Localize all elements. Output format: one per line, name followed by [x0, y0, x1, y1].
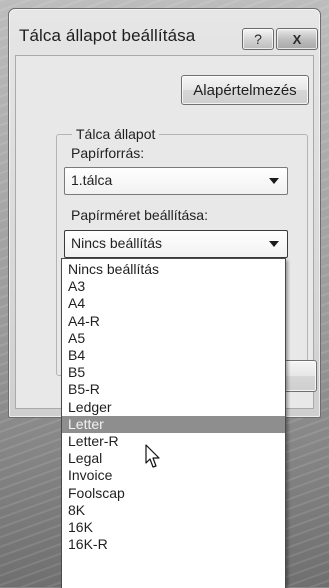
- list-item-label: Legal: [68, 450, 103, 467]
- paper-source-label: Papírforrás:: [71, 145, 145, 161]
- group-legend: Tálca állapot: [72, 126, 160, 142]
- list-item[interactable]: B4: [62, 347, 285, 364]
- list-item-label: 8K: [68, 501, 86, 518]
- list-item[interactable]: A4: [62, 295, 285, 312]
- list-item-label: A5: [68, 329, 86, 346]
- mouse-pointer-icon: [145, 444, 160, 468]
- list-item-label: 16K-R: [68, 536, 108, 553]
- list-item-label: A3: [68, 278, 86, 295]
- list-item-label: B5: [68, 364, 86, 381]
- chevron-down-icon: [269, 241, 279, 247]
- list-item[interactable]: B5-R: [62, 381, 285, 398]
- list-item[interactable]: 16K-R: [62, 536, 285, 553]
- default-button[interactable]: Alapértelmezés: [181, 75, 309, 105]
- list-item[interactable]: A5: [62, 330, 285, 347]
- paper-source-select[interactable]: 1.tálca: [64, 167, 288, 195]
- list-item[interactable]: Legal: [62, 450, 285, 467]
- list-item-label: Foolscap: [68, 484, 125, 501]
- list-item[interactable]: A4-R: [62, 313, 285, 330]
- list-item-label: B4: [68, 347, 86, 363]
- help-icon: ?: [254, 31, 262, 47]
- paper-source-value: 1.tálca: [71, 172, 113, 188]
- close-icon: X: [292, 31, 302, 47]
- list-item-label: Letter-R: [68, 433, 119, 449]
- list-item[interactable]: Foolscap: [62, 485, 285, 502]
- list-item[interactable]: 16K: [62, 519, 285, 536]
- paper-size-select[interactable]: Nincs beállítás: [64, 230, 288, 258]
- list-item[interactable]: Nincs beállítás: [62, 261, 285, 278]
- list-item-label: Letter: [68, 415, 104, 432]
- list-item-label: Nincs beállítás: [68, 261, 160, 277]
- list-item[interactable]: 8K: [62, 502, 285, 519]
- paper-size-label: Papírméret beállítása:: [71, 207, 208, 223]
- chevron-down-icon: [269, 178, 279, 184]
- paper-size-dropdown-list[interactable]: Nincs beállítás A3 A4 A4-R A5 B4 B5 B5-R Ledger L…: [61, 258, 286, 588]
- list-item[interactable]: B5: [62, 364, 285, 381]
- window-title: Tálca állapot beállítása: [19, 26, 196, 45]
- title-bar[interactable]: Tálca állapot beállítása ? X: [9, 9, 320, 53]
- close-button[interactable]: X: [276, 28, 318, 50]
- list-item[interactable]: A3: [62, 278, 285, 295]
- list-item[interactable]: Letter-R: [62, 433, 285, 450]
- list-item-label: Ledger: [68, 398, 112, 415]
- list-item-selected[interactable]: Letter: [62, 415, 285, 433]
- paper-size-value: Nincs beállítás: [71, 235, 163, 251]
- list-item-label: Invoice: [68, 467, 113, 484]
- list-item-label: A4: [68, 295, 86, 312]
- list-item-label: A4-R: [68, 312, 100, 329]
- list-item[interactable]: Ledger: [62, 399, 285, 416]
- list-item-label: B5-R: [68, 381, 100, 398]
- list-item-label: 16K: [68, 519, 93, 535]
- list-item[interactable]: Invoice: [62, 467, 285, 484]
- help-button[interactable]: ?: [242, 28, 274, 50]
